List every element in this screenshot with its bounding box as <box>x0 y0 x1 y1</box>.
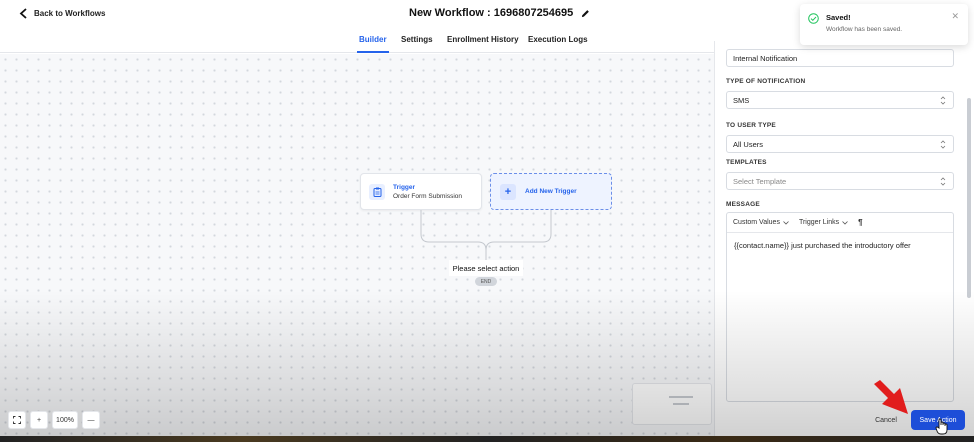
check-circle-icon <box>808 13 819 24</box>
message-editor[interactable]: Custom Values Trigger Links ¶ {{contact.… <box>726 212 954 402</box>
chevron-up-down-icon <box>940 96 946 105</box>
tab-enrollment-history[interactable]: Enrollment History <box>447 35 519 44</box>
chevron-left-icon <box>19 8 27 19</box>
trigger-links-label: Trigger Links <box>798 219 840 226</box>
close-icon[interactable]: ✕ <box>951 11 959 22</box>
notification-type-select[interactable]: SMS <box>726 91 954 109</box>
chevron-up-down-icon <box>940 177 946 186</box>
custom-values-label: Custom Values <box>733 219 780 226</box>
chevron-down-icon <box>783 220 789 225</box>
notification-type-label: TYPE OF NOTIFICATION <box>726 78 806 85</box>
bottom-strip <box>0 436 974 442</box>
minimap-node <box>673 403 689 405</box>
paragraph-icon[interactable]: ¶ <box>858 218 862 227</box>
chevron-up-down-icon <box>940 140 946 149</box>
end-badge: END <box>475 277 497 286</box>
message-label: MESSAGE <box>726 201 760 208</box>
toast-message: Workflow has been saved. <box>826 26 903 33</box>
minimap-node <box>669 396 693 398</box>
user-type-label: TO USER TYPE <box>726 122 776 129</box>
tab-builder[interactable]: Builder <box>357 35 389 53</box>
red-arrow-annotation <box>874 380 908 414</box>
panel-scrollbar[interactable] <box>967 98 971 298</box>
back-to-workflows-link[interactable]: Back to Workflows <box>19 8 105 19</box>
saved-toast: Saved! Workflow has been saved. ✕ <box>800 4 968 45</box>
workflow-builder-app: Back to Workflows New Workflow : 1696807… <box>0 0 974 436</box>
message-toolbar: Custom Values Trigger Links ¶ <box>727 213 953 233</box>
templates-select[interactable]: Select Template <box>726 172 954 190</box>
templates-label: TEMPLATES <box>726 159 767 166</box>
add-new-trigger-node[interactable]: + Add New Trigger <box>490 173 612 210</box>
plus-icon: + <box>500 183 516 200</box>
hand-cursor-icon <box>935 418 948 435</box>
chevron-down-icon <box>842 220 848 225</box>
fit-view-button[interactable] <box>8 411 26 429</box>
select-action-node[interactable]: Please select action <box>449 260 523 276</box>
minimap[interactable] <box>632 383 712 425</box>
workflow-title: New Workflow : 1696807254695 <box>409 7 590 19</box>
action-name-field[interactable]: Internal Notification <box>726 49 954 67</box>
expand-icon <box>13 416 21 424</box>
clipboard-icon <box>369 183 385 200</box>
user-type-value: All Users <box>733 139 764 149</box>
trigger-node[interactable]: Trigger Order Form Submission <box>360 173 482 210</box>
zoom-out-button[interactable]: — <box>82 411 100 429</box>
workflow-canvas[interactable] <box>0 54 714 436</box>
notification-type-value: SMS <box>733 95 750 105</box>
zoom-controls: + 100% — <box>8 411 100 429</box>
tab-execution-logs[interactable]: Execution Logs <box>528 35 588 44</box>
workflow-title-text: New Workflow : 1696807254695 <box>409 7 574 19</box>
pencil-icon[interactable] <box>581 9 590 18</box>
toast-title: Saved! <box>826 13 851 22</box>
trigger-links-dropdown[interactable]: Trigger Links <box>799 219 848 226</box>
zoom-level: 100% <box>52 411 78 429</box>
add-new-trigger-label: Add New Trigger <box>525 188 577 195</box>
zoom-in-button[interactable]: + <box>30 411 48 429</box>
connector-lines <box>420 210 552 260</box>
tab-settings[interactable]: Settings <box>401 35 433 44</box>
trigger-node-title: Trigger <box>393 183 416 191</box>
user-type-select[interactable]: All Users <box>726 135 954 153</box>
back-label: Back to Workflows <box>34 9 106 18</box>
templates-placeholder: Select Template <box>733 176 787 186</box>
custom-values-dropdown[interactable]: Custom Values <box>733 219 789 226</box>
message-text[interactable]: {{contact.name}} just purchased the intr… <box>727 233 953 258</box>
action-name-value: Internal Notification <box>733 53 798 63</box>
trigger-node-subtitle: Order Form Submission <box>393 192 462 200</box>
